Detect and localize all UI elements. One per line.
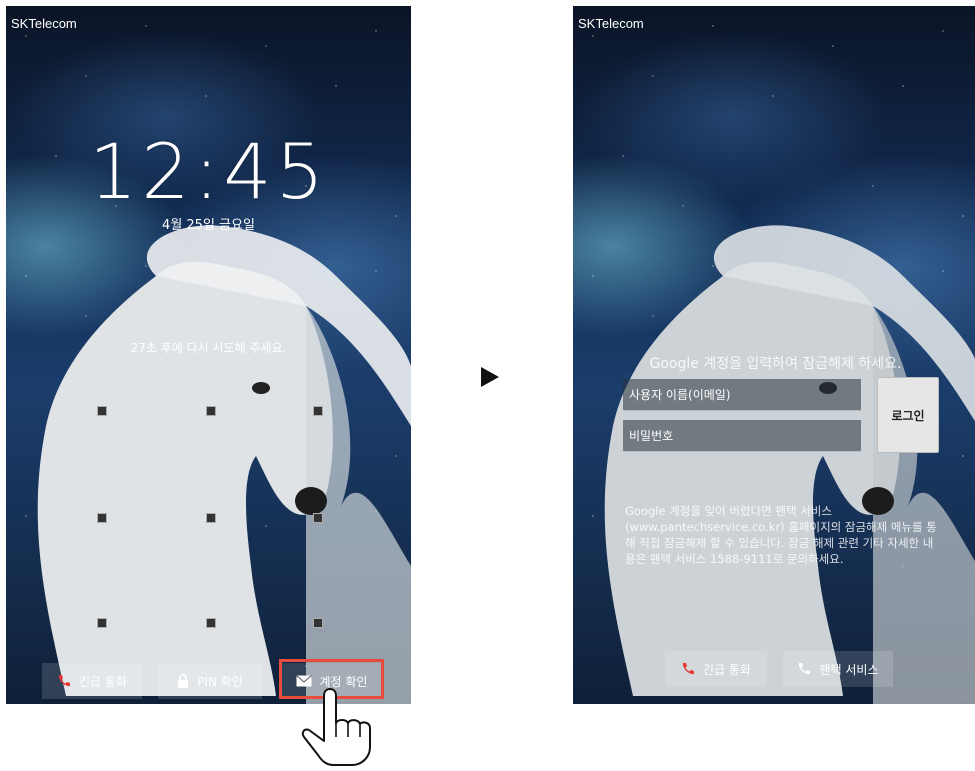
pointing-hand-icon [301, 688, 371, 766]
clock-time: 12:45 [88, 127, 329, 216]
emergency-call-label: 긴급 통화 [79, 674, 127, 689]
carrier-label: SKTelecom [11, 16, 77, 31]
password-input[interactable]: 비밀번호 [623, 420, 861, 452]
login-button[interactable]: 로그인 [877, 377, 939, 453]
pattern-dot[interactable] [97, 513, 107, 523]
help-text: Google 계정을 잊어 버렸다면 팬택 서비스(www.pantechser… [625, 504, 937, 566]
phone-icon [799, 663, 811, 675]
pattern-dot[interactable] [206, 406, 216, 416]
retry-message: 27초 후에 다시 시도해 주세요. [130, 341, 287, 355]
phone-icon [58, 675, 70, 687]
pantech-service-label: 팬택 서비스 [819, 662, 879, 677]
arrow-right-icon [481, 367, 499, 387]
pattern-dot[interactable] [206, 618, 216, 628]
pattern-dot[interactable] [206, 513, 216, 523]
username-input[interactable]: 사용자 이름(이메일) [623, 379, 861, 411]
pattern-dot[interactable] [313, 618, 323, 628]
google-unlock-title: Google 계정을 입력하여 잠금해제 하세요. [649, 356, 902, 372]
lockscreen-pattern: SKTelecom 12:45 4월 25일 금요일 27초 후에 다시 시도해… [6, 6, 411, 704]
clock-date: 4월 25일 금요일 [162, 218, 255, 233]
pattern-dot[interactable] [313, 406, 323, 416]
pin-check-button[interactable]: PIN 확인 [158, 663, 262, 699]
pin-check-label: PIN 확인 [197, 674, 243, 689]
lockscreen-google-login: SKTelecom Google 계정을 입력하여 잠금해제 하세요. 사용자 … [573, 6, 975, 704]
carrier-label: SKTelecom [578, 16, 644, 31]
emergency-call-button[interactable]: 긴급 통화 [665, 651, 767, 687]
pantech-service-button[interactable]: 팬택 서비스 [783, 651, 893, 687]
phone-icon [682, 663, 694, 675]
pattern-dot[interactable] [313, 513, 323, 523]
lock-icon [178, 674, 189, 688]
emergency-call-label: 긴급 통화 [703, 662, 751, 677]
pattern-dot[interactable] [97, 618, 107, 628]
pattern-dot[interactable] [97, 406, 107, 416]
emergency-call-button[interactable]: 긴급 통화 [42, 663, 142, 699]
